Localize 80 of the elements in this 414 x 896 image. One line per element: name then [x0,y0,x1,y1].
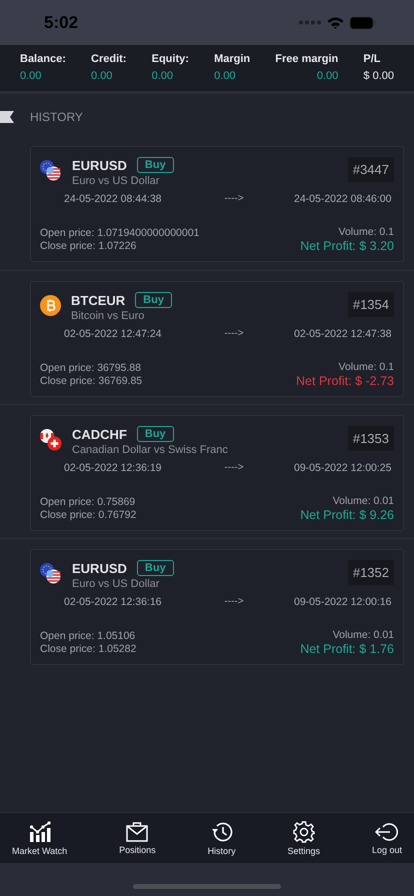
symbol-name: EURUSD [72,560,127,576]
symbol-description: Bitcoin vs Euro [71,310,146,322]
ticket-number: #1354 [348,292,394,317]
open-price: Open price: 1.0719400000000001 [40,227,200,240]
flags-icon [40,429,62,451]
symbol-name: CADCHF [72,426,127,442]
summary-value: 0.00 [214,70,236,82]
summary-label: Equity: [152,53,189,65]
chart-icon [28,820,51,842]
status-time: 5:02 [44,12,78,32]
history-icon [210,820,233,842]
wifi-icon [327,16,344,28]
tab-bar-item[interactable]: Positions [111,813,164,863]
close-price: Close price: 36769.85 [40,375,142,388]
summary-label: Balance: [20,53,66,65]
summary-label: P/L [363,53,382,65]
summary-label: Credit: [91,53,126,65]
logout-icon [374,822,399,842]
arrow-text: ----> [224,596,244,608]
close-time: 09-05-2022 12:00:25 [294,462,392,474]
volume-text: Volume: 0.1 [338,226,394,239]
volume-text: Volume: 0.01 [332,495,394,508]
open-time: 02-05-2022 12:36:19 [64,462,162,474]
symbol-description: Euro vs US Dollar [72,578,160,590]
close-price: Close price: 0.76792 [40,509,136,522]
section-title: HISTORY [30,110,83,124]
tab-bar-item[interactable]: Settings [280,813,328,863]
net-profit: Net Profit: $ -2.73 [296,374,394,388]
battery-icon [350,16,376,28]
tab-bar-item[interactable]: History [200,813,244,863]
close-time: 24-05-2022 08:46:00 [294,193,392,205]
tab-bar-item[interactable]: Log out [364,813,410,863]
arrow-text: ----> [224,462,244,474]
close-price: Close price: 1.05282 [40,643,136,656]
side-badge: Buy [136,560,174,576]
side-badge: Buy [136,426,174,442]
volume-text: Volume: 0.01 [332,629,394,642]
volume-text: Volume: 0.1 [338,361,394,374]
symbol-description: Canadian Dollar vs Swiss Franc [72,444,229,456]
side-badge: Buy [135,292,172,308]
flags-icon [40,160,62,182]
trade-card[interactable]: BTCEUR Buy Bitcoin vs Euro #1354 02-05-2022 12:47:24 ----> 02-05-2022 12:47:38 Open price: 36795.88 Close price: 36769.85 Volume: 0.1 Net Profit: $ -2.73 [30,281,404,397]
settings-icon [292,820,315,842]
arrow-text: ----> [224,193,244,205]
summary-value: 0.00 [20,70,42,82]
bitcoin-icon [40,295,61,316]
symbol-name: EURUSD [72,158,127,172]
tab-bar-item[interactable]: Market Watch [4,813,76,863]
signal-icon [299,20,321,25]
summary-value: 0.00 [152,70,174,82]
ribbon-icon [0,111,14,123]
close-price: Close price: 1.07226 [40,240,138,253]
summary-value: 0.00 [316,70,338,82]
open-price: Open price: 1.05106 [40,630,136,643]
arrow-text: ----> [224,328,244,340]
open-price: Open price: 0.75869 [40,496,136,509]
symbol-name: BTCEUR [71,292,126,308]
open-time: 02-05-2022 12:47:24 [64,328,162,340]
side-badge: Buy [136,157,174,173]
summary-value: $ 0.00 [363,70,394,82]
symbol-description: Euro vs US Dollar [72,175,160,187]
open-time: 24-05-2022 08:44:38 [64,193,162,205]
net-profit: Net Profit: $ 3.20 [300,239,394,253]
ticket-number: #1352 [348,560,394,585]
trade-card[interactable]: EURUSD Buy Euro vs US Dollar #1352 02-05-2022 12:36:16 ----> 09-05-2022 12:00:16 Open price: 1.05106 Close price: 1.05282 Volume: 0.01 Net Profit: $ 1.76 [30,549,404,665]
summary-label: Free margin [275,53,338,65]
open-time: 02-05-2022 12:36:16 [64,596,162,608]
close-time: 02-05-2022 12:47:38 [294,328,392,340]
flags-icon [40,563,62,585]
trade-card[interactable]: EURUSD Buy Euro vs US Dollar #3447 24-05-2022 08:44:38 ----> 24-05-2022 08:46:00 Open price: 1.0719400000000001 Close price: 1.07226 Volume: 0.1 Net Profit: $ 3.20 [30,146,404,262]
trade-card[interactable]: CADCHF Buy Canadian Dollar vs Swiss Franc #1353 02-05-2022 12:36:19 ----> 09-05-2022 12:00:25 Open price: 0.75869 Close price: 0.76792 Volume: 0.01 Net Profit: $ 9.26 [30,415,404,531]
ticket-number: #1353 [348,426,394,451]
ticket-number: #3447 [348,157,394,182]
summary-value: 0.00 [91,70,114,82]
summary-label: Margin [214,53,250,65]
briefcase-icon [126,822,148,842]
close-time: 09-05-2022 12:00:16 [294,596,392,608]
net-profit: Net Profit: $ 1.76 [300,642,394,656]
open-price: Open price: 36795.88 [40,362,142,375]
net-profit: Net Profit: $ 9.26 [300,508,394,522]
